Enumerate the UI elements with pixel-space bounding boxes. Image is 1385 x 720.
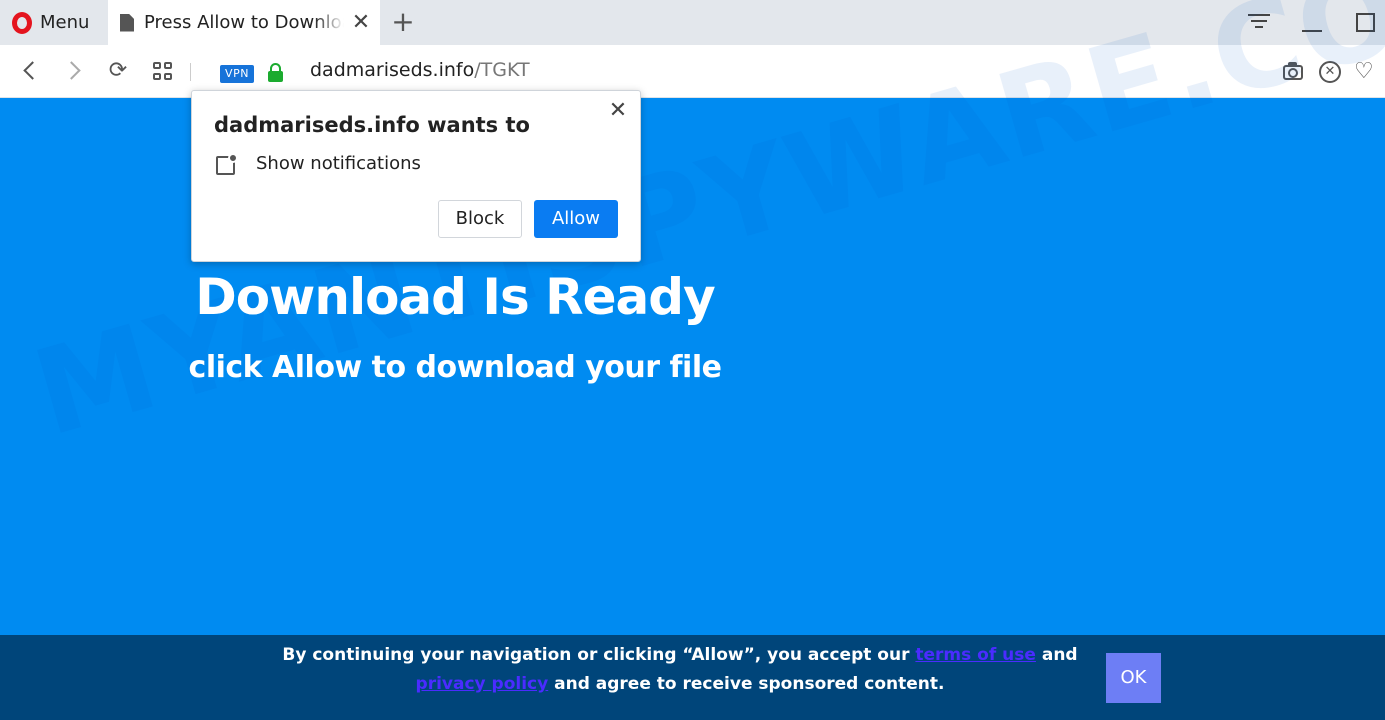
tab-active[interactable]: Press Allow to Download ✕ xyxy=(108,0,380,45)
opera-logo-icon xyxy=(12,11,32,34)
consent-text-part: By continuing your navigation or clickin… xyxy=(282,645,916,665)
opera-menu-button[interactable]: Menu xyxy=(0,0,108,45)
url-path: /TGKT xyxy=(474,59,530,81)
speed-dial-icon[interactable] xyxy=(150,58,176,84)
consent-text-part: and xyxy=(1035,645,1078,665)
page-subline: click Allow to download your file xyxy=(188,350,722,385)
address-field[interactable]: dadmariseds.info/TGKT xyxy=(310,59,530,81)
back-icon[interactable] xyxy=(16,58,42,84)
reload-icon[interactable]: ⟳ xyxy=(105,58,131,84)
popup-close-icon[interactable]: ✕ xyxy=(608,100,628,122)
vpn-badge[interactable]: VPN xyxy=(220,65,254,83)
popup-title: dadmariseds.info wants to xyxy=(214,113,530,137)
notification-permission-popup: ✕ dadmariseds.info wants to Show notific… xyxy=(191,90,641,262)
tab-close-icon[interactable]: ✕ xyxy=(350,10,372,35)
url-domain: dadmariseds.info xyxy=(310,59,475,81)
consent-text-part: and agree to receive sponsored content. xyxy=(548,674,945,694)
block-button[interactable]: Block xyxy=(438,200,522,238)
document-icon xyxy=(120,14,134,32)
privacy-policy-link[interactable]: privacy policy xyxy=(416,674,549,694)
page-headline: Download Is Ready xyxy=(195,268,715,326)
ok-button[interactable]: OK xyxy=(1106,653,1161,703)
menu-label: Menu xyxy=(40,12,90,33)
consent-bar: By continuing your navigation or clickin… xyxy=(0,635,1385,720)
tab-title: Press Allow to Download xyxy=(144,12,344,33)
lock-icon[interactable] xyxy=(268,63,283,83)
consent-text: By continuing your navigation or clickin… xyxy=(280,641,1080,699)
terms-of-use-link[interactable]: terms of use xyxy=(915,645,1036,665)
allow-button[interactable]: Allow xyxy=(534,200,618,238)
toolbar-divider xyxy=(190,63,191,81)
forward-icon[interactable] xyxy=(58,58,84,84)
permission-label: Show notifications xyxy=(256,153,421,174)
new-tab-button[interactable]: + xyxy=(390,8,416,36)
notification-icon xyxy=(216,153,238,175)
